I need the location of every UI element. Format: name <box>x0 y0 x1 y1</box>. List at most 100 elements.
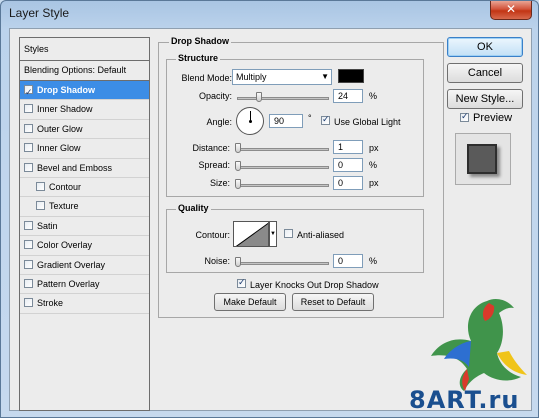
spread-input[interactable]: 0 <box>333 158 363 172</box>
structure-title: Structure <box>176 53 221 63</box>
contour-dropdown-button[interactable]: ▼ <box>269 221 277 247</box>
style-item-label: Outer Glow <box>37 123 83 134</box>
style-item-checkbox[interactable] <box>24 143 33 153</box>
knockout-label[interactable]: Layer Knocks Out Drop Shadow <box>250 280 379 290</box>
quality-title: Quality <box>176 203 211 213</box>
blending-options-item[interactable]: Blending Options: Default <box>20 61 149 81</box>
new-style-button[interactable]: New Style... <box>447 89 523 109</box>
reset-to-default-button[interactable]: Reset to Default <box>292 293 374 311</box>
noise-input[interactable]: 0 <box>333 254 363 268</box>
distance-label: Distance: <box>192 143 230 153</box>
angle-dial[interactable] <box>236 107 264 135</box>
angle-input[interactable]: 90 <box>269 114 303 128</box>
style-item-checkbox[interactable] <box>24 259 33 269</box>
make-default-button[interactable]: Make Default <box>214 293 286 311</box>
chevron-down-icon: ▼ <box>321 72 329 81</box>
contour-curve-icon <box>235 222 268 246</box>
use-global-light-checkbox[interactable] <box>321 114 330 125</box>
cancel-button[interactable]: Cancel <box>447 63 523 83</box>
noise-slider-thumb[interactable] <box>235 257 241 267</box>
blend-mode-value: Multiply <box>236 72 267 82</box>
style-item-checkbox[interactable] <box>24 123 33 133</box>
style-item-label: Satin <box>37 220 58 231</box>
style-item-bevel-and-emboss[interactable]: Bevel and Emboss <box>20 159 149 178</box>
noise-label: Noise: <box>204 256 230 266</box>
distance-slider-track[interactable] <box>237 148 329 151</box>
watermark-text: 8ART.ru <box>409 386 520 414</box>
style-item-texture[interactable]: Texture <box>20 197 149 217</box>
style-item-color-overlay[interactable]: Color Overlay <box>20 236 149 256</box>
anti-aliased-checkbox[interactable] <box>284 229 293 238</box>
style-item-outer-glow[interactable]: Outer Glow <box>20 120 149 140</box>
angle-dial-center <box>249 120 252 123</box>
style-item-label: Stroke <box>37 298 64 309</box>
shadow-color-swatch[interactable] <box>338 69 364 83</box>
style-item-checkbox[interactable] <box>24 278 33 288</box>
blend-mode-select[interactable]: Multiply ▼ <box>232 69 332 85</box>
style-item-pattern-overlay[interactable]: Pattern Overlay <box>20 275 149 295</box>
size-input[interactable]: 0 <box>333 176 363 190</box>
opacity-slider-thumb[interactable] <box>256 92 262 102</box>
preview-checkbox[interactable] <box>460 111 469 122</box>
style-item-checkbox[interactable] <box>36 181 45 191</box>
style-item-inner-glow[interactable]: Inner Glow <box>20 139 149 159</box>
style-item-label: Inner Shadow <box>37 104 93 115</box>
close-button[interactable]: ✕ <box>490 1 532 20</box>
preview-label[interactable]: Preview <box>473 112 512 124</box>
style-item-label: Bevel and Emboss <box>37 162 113 173</box>
styles-header[interactable]: Styles <box>20 38 149 61</box>
style-item-label: Drop Shadow <box>37 85 95 95</box>
style-item-satin[interactable]: Satin <box>20 217 149 237</box>
style-item-checkbox[interactable] <box>24 162 33 172</box>
style-item-label: Color Overlay <box>37 240 93 251</box>
styles-list: Styles Blending Options: Default Drop Sh… <box>19 37 150 411</box>
style-item-checkbox[interactable] <box>24 220 33 230</box>
noise-unit: % <box>369 256 378 266</box>
layer-style-dialog: Layer Style ✕ Styles Blending Options: D… <box>0 0 539 418</box>
style-item-label: Texture <box>49 201 79 212</box>
use-global-light-label[interactable]: Use Global Light <box>334 117 401 127</box>
title-bar[interactable]: Layer Style ✕ <box>1 1 538 27</box>
blend-mode-label: Blend Mode: <box>181 73 232 83</box>
distance-slider-thumb[interactable] <box>235 143 241 153</box>
noise-slider-track[interactable] <box>237 262 329 265</box>
style-item-checkbox[interactable] <box>24 104 33 114</box>
spread-slider-track[interactable] <box>237 166 329 169</box>
size-slider-thumb[interactable] <box>235 179 241 189</box>
style-item-checkbox[interactable] <box>24 240 33 250</box>
style-item-gradient-overlay[interactable]: Gradient Overlay <box>20 256 149 275</box>
ok-button[interactable]: OK <box>447 37 523 57</box>
style-item-checkbox[interactable] <box>24 83 33 102</box>
drop-shadow-title: Drop Shadow <box>169 36 231 46</box>
style-item-inner-shadow[interactable]: Inner Shadow <box>20 100 149 120</box>
style-item-label: Pattern Overlay <box>37 278 100 289</box>
style-item-drop-shadow[interactable]: Drop Shadow <box>20 81 149 102</box>
style-item-stroke[interactable]: Stroke <box>20 294 149 314</box>
opacity-label: Opacity: <box>198 91 232 101</box>
angle-label: Angle: <box>206 117 232 127</box>
angle-unit: ° <box>308 113 312 123</box>
style-item-checkbox[interactable] <box>36 201 45 211</box>
size-slider-track[interactable] <box>237 184 329 187</box>
contour-label: Contour: <box>195 230 230 240</box>
style-item-label: Gradient Overlay <box>37 259 106 270</box>
preview-swatch <box>467 144 497 174</box>
style-item-checkbox[interactable] <box>24 298 33 308</box>
style-item-label: Contour <box>49 181 82 192</box>
spread-slider-thumb[interactable] <box>235 161 241 171</box>
size-unit: px <box>369 178 379 188</box>
window-title: Layer Style <box>9 6 70 20</box>
spread-unit: % <box>369 160 378 170</box>
opacity-unit: % <box>369 91 378 101</box>
knockout-checkbox[interactable] <box>237 277 246 288</box>
opacity-slider-track[interactable] <box>237 97 329 100</box>
distance-unit: px <box>369 143 379 153</box>
style-item-contour[interactable]: Contour <box>20 178 149 198</box>
anti-aliased-label[interactable]: Anti-aliased <box>297 230 344 240</box>
style-item-label: Inner Glow <box>37 143 81 154</box>
contour-preview[interactable] <box>233 221 269 247</box>
opacity-input[interactable]: 24 <box>333 89 363 103</box>
style-preview <box>455 133 511 185</box>
distance-input[interactable]: 1 <box>333 140 363 154</box>
spread-label: Spread: <box>198 160 230 170</box>
